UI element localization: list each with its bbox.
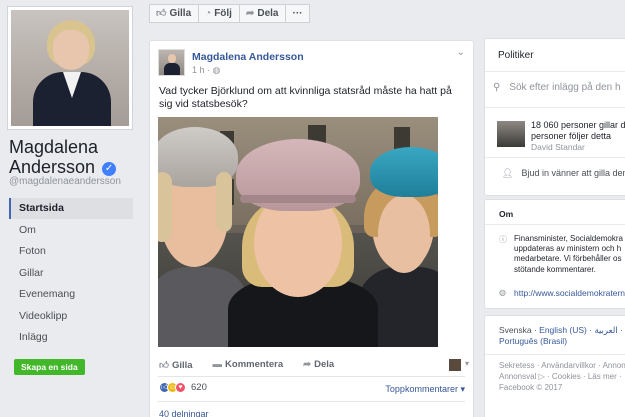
likes-count-text[interactable]: 18 060 personer gillar detta personer fö… (531, 120, 625, 142)
like-page-button[interactable]: 👍︎ Gilla (149, 4, 200, 23)
post-actions: 👍︎ Gilla ▬ Kommentera ➦ Dela (159, 359, 334, 371)
current-language: Svenska (499, 325, 532, 335)
divider (485, 71, 625, 72)
page-search-input[interactable]: ⚲ Sök efter inlägg på den h (493, 82, 621, 93)
page-info-card: Politiker ⚲ Sök efter inlägg på den h 18 … (484, 38, 625, 196)
post-like-button[interactable]: 👍︎ Gilla (159, 359, 193, 371)
post-menu-chevron-icon[interactable]: ⌄ (457, 47, 465, 58)
create-page-button[interactable]: Skapa en sida (14, 359, 85, 375)
post-share-button[interactable]: ➦ Dela (303, 359, 334, 371)
divider (158, 376, 465, 377)
more-options-button[interactable]: ··· (285, 4, 311, 23)
share-page-button[interactable]: ➦ Dela (238, 4, 287, 23)
globe-icon: ◍ (212, 65, 221, 75)
page-action-bar: 👍︎ Gilla ◔ Följ ➦ Dela ··· (149, 4, 311, 23)
rss-icon: ◔ (205, 8, 212, 19)
friend-likes-name[interactable]: David Standar (531, 142, 585, 152)
post-as-avatar[interactable] (449, 359, 461, 371)
love-reaction-icon: ♥ (175, 382, 186, 393)
divider (485, 157, 625, 158)
post-author-name[interactable]: Magdalena Andersson (192, 51, 304, 63)
language-selector: Svenska · English (US) · العربية · Esp P… (499, 325, 625, 347)
divider (485, 107, 625, 108)
search-icon: ⚲ (493, 82, 501, 93)
post-photo[interactable] (158, 117, 438, 347)
post-timestamp[interactable]: 1 h · ◍ (192, 65, 220, 76)
post-comment-button[interactable]: ▬ Kommentera (213, 359, 284, 371)
reaction-count: 620 (191, 382, 207, 393)
globe-icon: ◍ (499, 288, 506, 297)
about-description: Finansminister, Socialdemokra uppdateras… (514, 234, 623, 274)
add-friend-icon: 👤︎ (502, 168, 514, 178)
reactions-summary[interactable]: 👍︎ ☺ ♥ 620 (159, 382, 207, 393)
verified-badge-icon: ✓ (102, 162, 117, 176)
about-title: Om (499, 209, 514, 219)
share-arrow-icon: ➦ (245, 8, 255, 19)
footer-card: Svenska · English (US) · العربية · Esp P… (484, 315, 625, 417)
nav-item-videoklipp[interactable]: Videoklipp (9, 306, 133, 327)
post-author-avatar[interactable] (158, 49, 185, 76)
nav-item-evenemang[interactable]: Evenemang (9, 284, 133, 305)
page-nav: Startsida Om Foton Gillar Evenemang Vide… (9, 198, 133, 349)
comment-icon: ▬ (212, 359, 223, 370)
footer-links: Sekretess · Användarvillkor · Annon Anno… (499, 361, 625, 392)
follow-page-button[interactable]: ◔ Följ (198, 4, 240, 23)
info-icon: ⓘ (499, 235, 507, 244)
nav-item-inlagg[interactable]: Inlägg (9, 327, 133, 348)
divider (485, 224, 625, 225)
about-card: Om ⓘ Finansminister, Socialdemokra uppda… (484, 199, 625, 309)
shares-count-link[interactable]: 40 delningar (159, 409, 209, 417)
page-handle: @magdalenaeandersson (9, 176, 121, 187)
language-links[interactable]: · English (US) · العربية · Esp (532, 325, 625, 335)
nav-item-gillar[interactable]: Gillar (9, 263, 133, 284)
likes-thumbnail (497, 121, 525, 147)
page-title: Magdalena Andersson ✓ (9, 137, 139, 177)
divider (485, 354, 625, 355)
divider (158, 401, 465, 402)
nav-item-startsida[interactable]: Startsida (9, 198, 133, 219)
language-link-portuguese[interactable]: Português (Brasil) (499, 336, 625, 347)
nav-item-foton[interactable]: Foton (9, 241, 133, 262)
post-text: Vad tycker Björklund om att kvinnliga st… (159, 85, 452, 110)
post-card: Magdalena Andersson 1 h · ◍ ⌄ Vad tycker… (149, 40, 474, 417)
post-as-caret-icon[interactable]: ▾ (465, 359, 469, 368)
website-link[interactable]: http://www.socialdemokraterna (514, 288, 625, 298)
profile-picture[interactable] (7, 6, 133, 130)
more-icon: ··· (292, 8, 303, 19)
page-category[interactable]: Politiker (498, 50, 534, 61)
share-arrow-icon: ➦ (303, 359, 312, 370)
invite-friends-button[interactable]: 👤︎ Bjud in vänner att gilla den (502, 168, 625, 179)
thumbs-up-icon: 👍︎ (156, 8, 167, 19)
top-comments-dropdown[interactable]: Toppkommentarer ▾ (385, 384, 465, 395)
nav-item-om[interactable]: Om (9, 220, 133, 241)
thumbs-up-icon: 👍︎ (159, 360, 169, 371)
